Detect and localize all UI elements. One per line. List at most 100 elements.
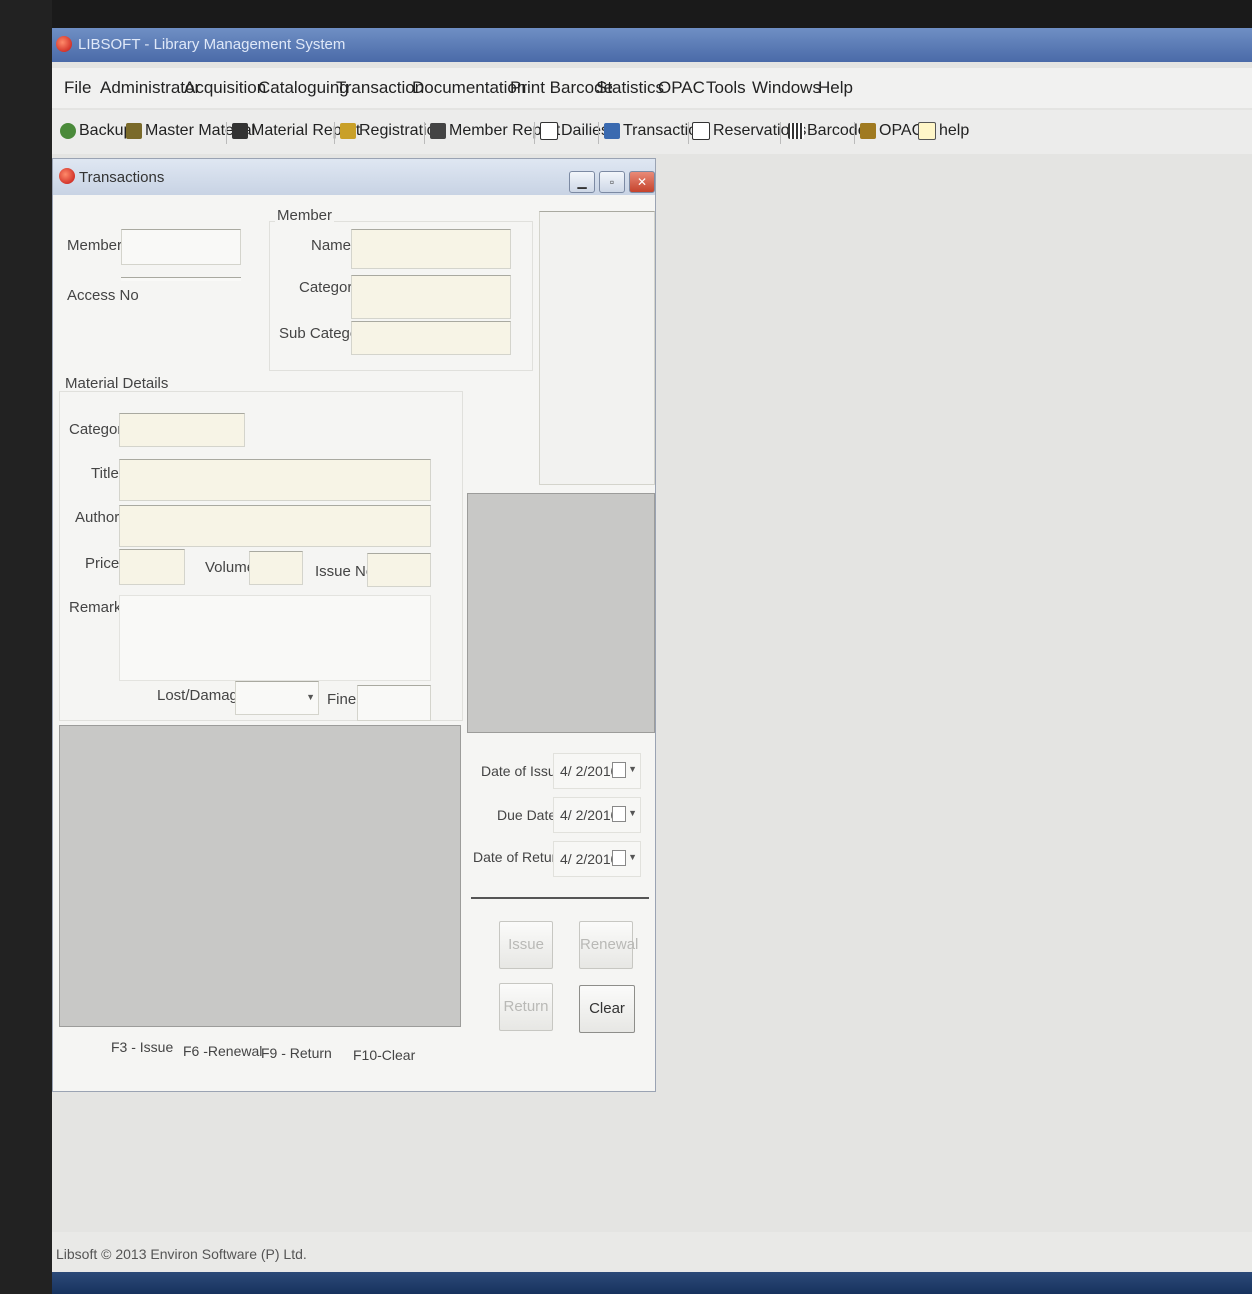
menu-file[interactable]: File bbox=[64, 78, 91, 98]
fine-label: Fine bbox=[327, 691, 357, 708]
backup-label: Backup bbox=[79, 122, 133, 139]
toolbar-separator bbox=[780, 122, 781, 144]
authors-field bbox=[119, 505, 431, 547]
return-button[interactable]: Return bbox=[499, 983, 553, 1031]
menu-statistics[interactable]: Statistics bbox=[596, 78, 664, 98]
date-of-return-picker[interactable]: 4/ 2/2010 ▼ bbox=[553, 841, 641, 877]
shortcut-clear: F10-Clear bbox=[353, 1047, 416, 1063]
toolbar-separator bbox=[688, 122, 689, 144]
date-of-return-label: Date of Return bbox=[473, 849, 565, 865]
help-icon bbox=[918, 122, 936, 140]
books-icon bbox=[126, 123, 142, 139]
help-label: help bbox=[939, 122, 970, 139]
app-logo-icon bbox=[56, 36, 72, 52]
transaction-button[interactable]: Transaction bbox=[604, 122, 706, 140]
shortcut-issue: F3 - Issue bbox=[111, 1039, 174, 1055]
menu-transaction[interactable]: Transaction bbox=[336, 78, 424, 98]
material-image-panel bbox=[467, 493, 655, 733]
chevron-down-icon: ▼ bbox=[628, 764, 637, 774]
access-no-input[interactable] bbox=[121, 277, 241, 281]
opac-label: OPAC bbox=[879, 122, 924, 139]
transactions-window: Transactions ▁ ▫ ✕ MemberID Access No Me… bbox=[52, 158, 656, 1092]
toolbar-separator bbox=[424, 122, 425, 144]
barcode-icon bbox=[788, 123, 804, 139]
menu-tools[interactable]: Tools bbox=[706, 78, 746, 98]
volume-field bbox=[249, 551, 303, 585]
fine-input[interactable] bbox=[357, 685, 431, 721]
os-taskbar bbox=[52, 1272, 1252, 1294]
minimize-button[interactable]: ▁ bbox=[569, 171, 595, 193]
shortcut-renewal: F6 -Renewal bbox=[183, 1043, 263, 1059]
backup-icon bbox=[60, 123, 76, 139]
opac-button[interactable]: OPAC bbox=[860, 122, 923, 140]
due-date-picker[interactable]: 4/ 2/2010 ▼ bbox=[553, 797, 641, 833]
dailies-label: Dailies bbox=[561, 122, 610, 139]
backup-button[interactable]: Backup bbox=[60, 122, 132, 140]
chevron-down-icon: ▼ bbox=[628, 852, 637, 862]
maximize-button[interactable]: ▫ bbox=[599, 171, 625, 193]
date-of-issue-picker[interactable]: 4/ 2/2010 ▼ bbox=[553, 753, 641, 789]
menu-windows[interactable]: Windows bbox=[752, 78, 821, 98]
registration-button[interactable]: Registration bbox=[340, 122, 444, 140]
toolbar: Backup Master Material Material Report R… bbox=[52, 110, 1252, 154]
monitor-bezel-left bbox=[0, 0, 52, 1294]
window-app-icon bbox=[59, 168, 75, 184]
toolbar-separator bbox=[226, 122, 227, 144]
date-of-issue-label: Date of Issue bbox=[481, 763, 564, 779]
binoculars-icon bbox=[232, 123, 248, 139]
toolbar-separator bbox=[334, 122, 335, 144]
help-button[interactable]: help bbox=[918, 122, 969, 140]
lost-damaged-select[interactable]: ▼ bbox=[235, 681, 319, 715]
app-title: LIBSOFT - Library Management System bbox=[78, 36, 346, 53]
name-label: Name bbox=[311, 237, 352, 254]
list-icon bbox=[692, 122, 710, 140]
volume-label: Volume bbox=[205, 559, 256, 576]
menu-opac[interactable]: OPAC bbox=[658, 78, 705, 98]
shortcut-return: F9 - Return bbox=[261, 1045, 332, 1061]
price-label: Price bbox=[85, 555, 120, 572]
window-title-bar[interactable]: Transactions ▁ ▫ ✕ bbox=[53, 159, 655, 195]
status-bar: Libsoft © 2013 Environ Software (P) Ltd. bbox=[52, 1232, 1252, 1272]
member-category-field bbox=[351, 275, 511, 319]
calendar-icon bbox=[612, 762, 626, 778]
divider bbox=[471, 897, 649, 899]
price-field bbox=[119, 549, 185, 585]
transaction-icon bbox=[604, 123, 620, 139]
registration-icon bbox=[340, 123, 356, 139]
chevron-down-icon: ▼ bbox=[628, 808, 637, 818]
issue-button[interactable]: Issue bbox=[499, 921, 553, 969]
toolbar-separator bbox=[598, 122, 599, 144]
calendar-icon bbox=[612, 806, 626, 822]
member-photo-box bbox=[539, 211, 655, 485]
toolbar-separator bbox=[854, 122, 855, 144]
copyright-text: Libsoft © 2013 Environ Software (P) Ltd. bbox=[56, 1246, 307, 1262]
menu-help[interactable]: Help bbox=[818, 78, 853, 98]
document-icon bbox=[540, 122, 558, 140]
sub-category-field bbox=[351, 321, 511, 355]
remarks-textarea[interactable] bbox=[119, 595, 431, 681]
member-id-input[interactable] bbox=[121, 229, 241, 265]
issue-no-label: Issue No bbox=[315, 563, 375, 580]
monitor-bezel-top bbox=[0, 0, 1252, 28]
close-button[interactable]: ✕ bbox=[629, 171, 655, 193]
clear-button[interactable]: Clear bbox=[579, 985, 635, 1033]
members-icon bbox=[430, 123, 446, 139]
menu-bar: File Administrator Acquisition Catalogui… bbox=[52, 68, 1252, 108]
member-name-field bbox=[351, 229, 511, 269]
issue-no-field bbox=[367, 553, 431, 587]
barcode-label: Barcode bbox=[807, 122, 867, 139]
app-title-bar: LIBSOFT - Library Management System bbox=[52, 28, 1252, 62]
menu-acquisition[interactable]: Acquisition bbox=[184, 78, 266, 98]
renewal-button[interactable]: Renewal bbox=[579, 921, 638, 969]
access-no-label: Access No bbox=[67, 287, 139, 304]
member-group-label: Member bbox=[275, 207, 335, 224]
chevron-down-icon: ▼ bbox=[306, 692, 315, 702]
window-title: Transactions bbox=[79, 169, 165, 186]
date-of-return-value: 4/ 2/2010 bbox=[560, 851, 619, 867]
due-date-label: Due Date bbox=[497, 807, 557, 823]
title-label: Title bbox=[91, 465, 119, 482]
material-category-field bbox=[119, 413, 245, 447]
date-of-issue-value: 4/ 2/2010 bbox=[560, 763, 619, 779]
due-date-value: 4/ 2/2010 bbox=[560, 807, 619, 823]
transaction-list-grid[interactable] bbox=[59, 725, 461, 1027]
